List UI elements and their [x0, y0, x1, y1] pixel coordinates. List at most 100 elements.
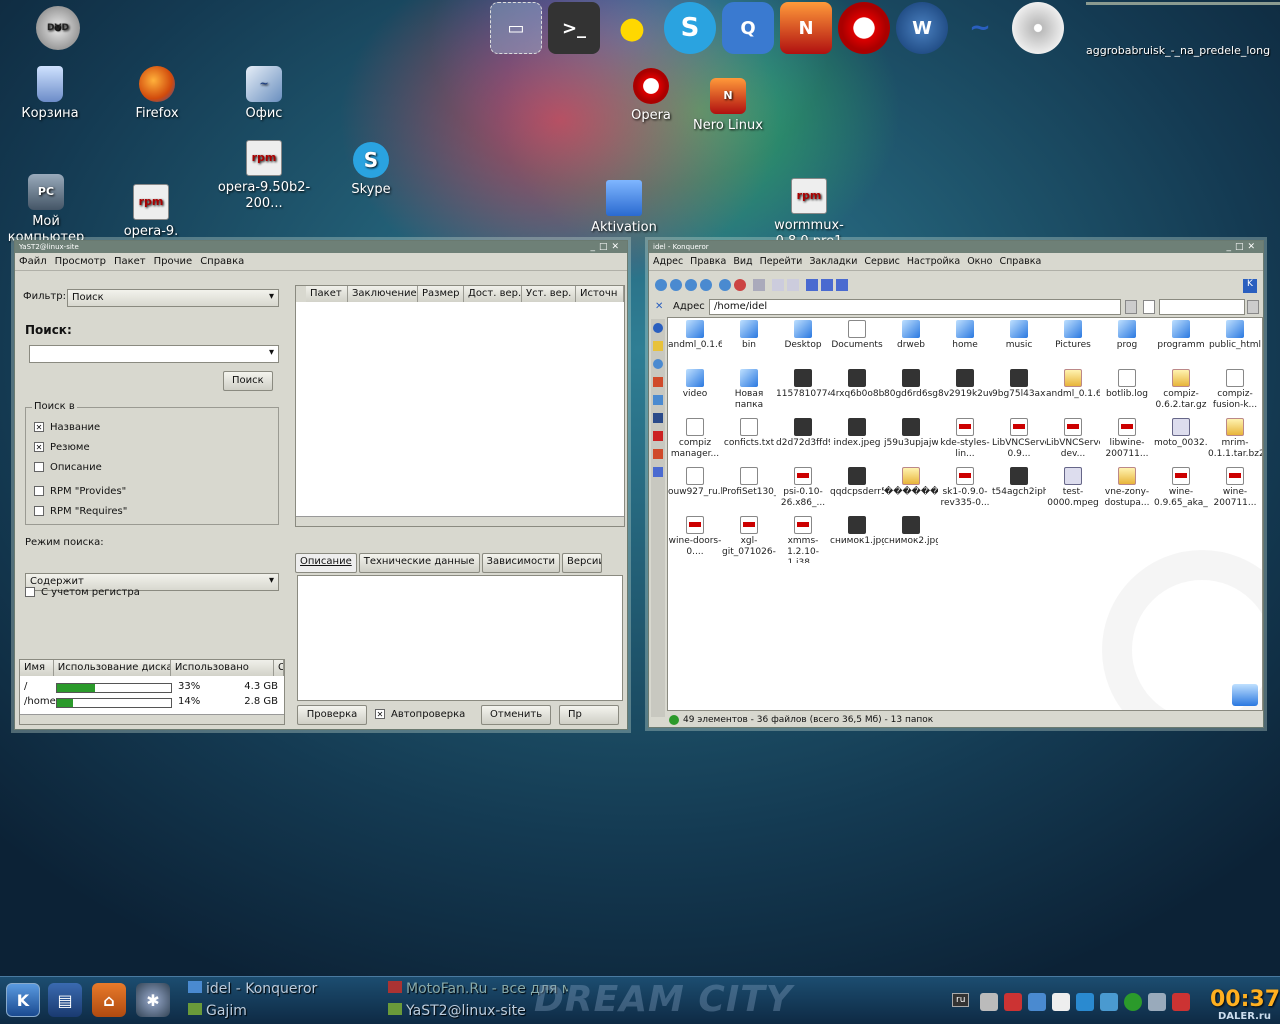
file-item[interactable]: programm — [1154, 318, 1208, 367]
stop-icon[interactable] — [734, 279, 746, 291]
file-item[interactable]: video — [668, 367, 722, 416]
desktop-icon-my-computer[interactable]: PC Мой компьютер — [0, 174, 96, 246]
menu-settings[interactable]: Настройка — [907, 256, 960, 267]
horizontal-scrollbar[interactable] — [296, 516, 624, 526]
detail-view-icon[interactable] — [836, 279, 848, 291]
file-item[interactable]: ������... — [884, 465, 938, 514]
file-item[interactable]: Pictures — [1046, 318, 1100, 367]
desktop-icon-skype[interactable]: S Skype — [321, 142, 421, 198]
home-icon[interactable]: ⌂ — [92, 983, 126, 1017]
file-item[interactable]: wine-0.9.65_aka_... — [1154, 465, 1208, 514]
column-header[interactable]: Использовано — [170, 660, 274, 676]
display-icon[interactable] — [1100, 993, 1118, 1011]
window-controls[interactable]: _□✕ — [1226, 241, 1259, 253]
tab-dependencies[interactable]: Зависимости — [481, 553, 560, 573]
file-item[interactable]: home — [938, 318, 992, 367]
file-item[interactable]: psi-0.10-26.x86_... — [776, 465, 830, 514]
media-icon[interactable] — [653, 449, 663, 459]
menu-edit[interactable]: Правка — [690, 256, 726, 267]
skype-icon[interactable]: S — [664, 2, 716, 54]
desktop-icon-opera-rpm[interactable]: rpm opera-9.50b2-200... — [214, 140, 314, 212]
tray-app-icon[interactable] — [1004, 993, 1022, 1011]
file-item[interactable]: vne-zony-dostupa... — [1100, 465, 1154, 514]
up-icon[interactable] — [685, 279, 697, 291]
go-icon[interactable] — [1143, 300, 1155, 314]
gajim-status-icon[interactable] — [1124, 993, 1142, 1011]
office-icon[interactable]: ~ — [954, 2, 1006, 54]
file-item[interactable]: music — [992, 318, 1046, 367]
konqueror-titlebar[interactable]: idel - Konqueror _□✕ — [649, 241, 1263, 253]
file-item[interactable]: 80gd6rd6sg9pncfr... — [884, 367, 938, 416]
file-item[interactable]: 9bg75l43axvroin3m... — [992, 367, 1046, 416]
menu-view[interactable]: Просмотр — [55, 256, 106, 267]
menu-view[interactable]: Вид — [733, 256, 752, 267]
clock[interactable]: 00:37 — [1210, 987, 1280, 1012]
menu-window[interactable]: Окно — [967, 256, 992, 267]
forward-icon[interactable] — [670, 279, 682, 291]
window-controls[interactable]: _□✕ — [590, 241, 623, 253]
wolf-icon[interactable]: W — [896, 2, 948, 54]
column-header[interactable]: Размер — [418, 286, 464, 302]
task-konqueror[interactable]: idel - Konqueror — [188, 981, 317, 997]
icon-view-icon[interactable] — [806, 279, 818, 291]
address-input[interactable]: /home/idel — [709, 299, 1121, 315]
services-icon[interactable] — [653, 431, 663, 441]
zoom-in-icon[interactable] — [772, 279, 784, 291]
file-item[interactable]: снимок1.jpg — [830, 514, 884, 563]
file-item[interactable]: compiz manager... — [668, 416, 722, 465]
network-icon[interactable] — [653, 395, 663, 405]
menu-go[interactable]: Перейти — [760, 256, 803, 267]
file-item[interactable]: xmms-1.2.10-1.i38... — [776, 514, 830, 563]
table-row[interactable]: /home 14% 2.8 GB — [22, 695, 284, 709]
file-item[interactable]: sk1-0.9.0-rev335-0... — [938, 465, 992, 514]
tab-description[interactable]: Описание — [295, 553, 357, 573]
menu-file[interactable]: Файл — [19, 256, 47, 267]
file-item[interactable]: andml_0.1.6.zip — [1046, 367, 1100, 416]
file-item[interactable]: qqdcpsderr56dp8... — [830, 465, 884, 514]
monitor-icon[interactable]: ▭ — [490, 2, 542, 54]
back-icon[interactable] — [655, 279, 667, 291]
kopete-icon[interactable]: Q — [722, 2, 774, 54]
file-item[interactable]: LibVNCServer-dev... — [1046, 416, 1100, 465]
file-item[interactable]: t54agch2iphd37543... — [992, 465, 1046, 514]
tab-versions[interactable]: Версии — [561, 553, 602, 573]
column-header[interactable]: Источн — [576, 286, 624, 302]
list-view-icon[interactable] — [821, 279, 833, 291]
zoom-out-icon[interactable] — [787, 279, 799, 291]
column-header[interactable]: Дост. вер. — [464, 286, 522, 302]
file-item[interactable]: test-0000.mpeg — [1046, 465, 1100, 514]
kwallet-icon[interactable] — [1148, 993, 1166, 1011]
menu-bookmarks[interactable]: Закладки — [809, 256, 857, 267]
menu-other[interactable]: Прочие — [154, 256, 193, 267]
file-item[interactable]: drweb — [884, 318, 938, 367]
keyboard-layout[interactable]: ru — [952, 993, 970, 1007]
file-item[interactable]: mrim-0.1.1.tar.bz2 — [1208, 416, 1262, 465]
task-yast[interactable]: YaST2@linux-site — [388, 1003, 526, 1019]
desktop-icon-nero[interactable]: N Nero Linux — [678, 78, 778, 134]
file-item[interactable]: public_html — [1208, 318, 1262, 367]
address-dropdown[interactable] — [1125, 300, 1137, 314]
file-item[interactable]: ouw927_ru.lng — [668, 465, 722, 514]
file-item[interactable]: compiz-fusion-k... — [1208, 367, 1262, 416]
filter-combo[interactable]: Поиск — [67, 289, 279, 307]
menu-package[interactable]: Пакет — [114, 256, 146, 267]
file-item[interactable]: Documents — [830, 318, 884, 367]
apply-button[interactable]: Пр — [559, 705, 619, 725]
checkbox[interactable]: ✕ — [34, 442, 44, 452]
check-button[interactable]: Проверка — [297, 705, 367, 725]
horizontal-scrollbar[interactable] — [20, 714, 284, 724]
settings-icon[interactable]: ✱ — [136, 983, 170, 1017]
file-item[interactable]: kde-styles-lin... — [938, 416, 992, 465]
sidebar-tab-icon[interactable] — [653, 323, 663, 333]
history-icon[interactable] — [653, 359, 663, 369]
file-item[interactable]: conficts.txt — [722, 416, 776, 465]
desktop-icon-trash[interactable]: Корзина — [0, 66, 100, 122]
print-icon[interactable] — [753, 279, 765, 291]
file-item[interactable]: j59u3upjajwb0lsxj9x... — [884, 416, 938, 465]
tab-technical[interactable]: Технические данные — [358, 553, 480, 573]
option-summary[interactable]: ✕ Резюме — [34, 438, 270, 458]
menu-help[interactable]: Справка — [999, 256, 1041, 267]
option-description[interactable]: Описание — [34, 458, 270, 478]
file-item[interactable]: andml_0.1.6 — [668, 318, 722, 367]
checkbox[interactable]: ✕ — [375, 709, 385, 719]
